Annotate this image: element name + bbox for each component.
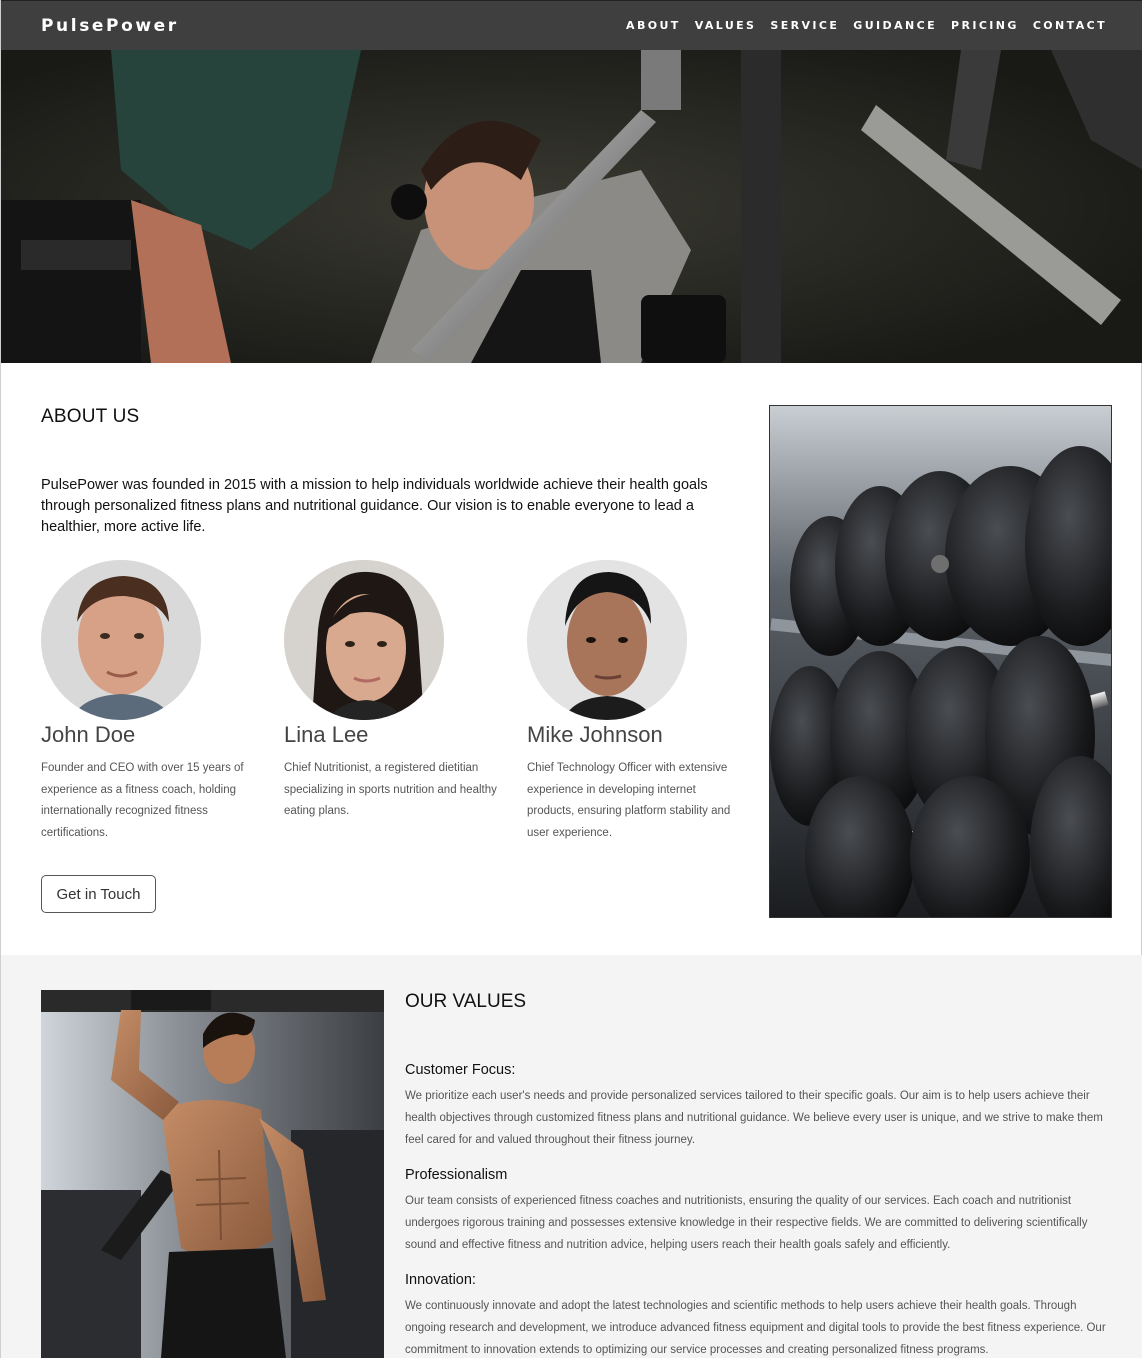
avatar-john-icon xyxy=(41,560,201,720)
get-in-touch-button[interactable]: Get in Touch xyxy=(41,875,156,913)
nav-link-values[interactable]: VALUES xyxy=(695,19,757,32)
dumbbell-rack-photo-icon xyxy=(770,406,1111,917)
value-customer-focus: Customer Focus: We prioritize each user'… xyxy=(405,1059,1110,1151)
value-text: Our team consists of experienced fitness… xyxy=(405,1195,1088,1251)
member-name: John Doe xyxy=(41,722,136,747)
value-heading: Professionalism xyxy=(405,1167,508,1183)
hero-photo-icon xyxy=(1,50,1142,363)
top-navbar: PulsePower ABOUT VALUES SERVICE GUIDANCE… xyxy=(1,0,1142,50)
nav-link-service[interactable]: SERVICE xyxy=(770,19,839,32)
value-heading: Customer Focus: xyxy=(405,1062,516,1078)
avatar-mike-icon xyxy=(527,560,687,720)
value-professionalism: Professionalism Our team consists of exp… xyxy=(405,1164,1110,1256)
member-bio: Founder and CEO with over 15 years of ex… xyxy=(41,762,244,839)
values-title: OUR VALUES xyxy=(405,991,527,1012)
team-member-lina: Lina Lee Chief Nutritionist, a registere… xyxy=(284,560,499,823)
value-text: We continuously innovate and adopt the l… xyxy=(405,1300,1106,1356)
member-bio: Chief Nutritionist, a registered dietiti… xyxy=(284,762,497,817)
avatar-lina-icon xyxy=(284,560,444,720)
about-title: ABOUT US xyxy=(41,406,140,427)
hero-image xyxy=(1,50,1142,363)
team-member-john: John Doe Founder and CEO with over 15 ye… xyxy=(41,560,256,844)
nav-links: ABOUT VALUES SERVICE GUIDANCE PRICING CO… xyxy=(626,19,1107,32)
nav-link-pricing[interactable]: PRICING xyxy=(951,19,1019,32)
athlete-photo-icon xyxy=(41,990,384,1358)
nav-link-contact[interactable]: CONTACT xyxy=(1033,19,1107,32)
athlete-image xyxy=(41,990,384,1358)
member-bio: Chief Technology Officer with extensive … xyxy=(527,762,731,839)
value-heading: Innovation: xyxy=(405,1272,476,1288)
member-name: Lina Lee xyxy=(284,722,369,747)
team-member-mike: Mike Johnson Chief Technology Officer wi… xyxy=(527,560,742,844)
member-name: Mike Johnson xyxy=(527,722,663,747)
nav-link-guidance[interactable]: GUIDANCE xyxy=(853,19,937,32)
value-text: We prioritize each user's needs and prov… xyxy=(405,1090,1103,1146)
nav-link-about[interactable]: ABOUT xyxy=(626,19,681,32)
dumbbell-rack-image xyxy=(769,405,1112,918)
brand-logo[interactable]: PulsePower xyxy=(41,16,179,36)
value-innovation: Innovation: We continuously innovate and… xyxy=(405,1269,1110,1358)
about-description: PulsePower was founded in 2015 with a mi… xyxy=(41,477,708,535)
